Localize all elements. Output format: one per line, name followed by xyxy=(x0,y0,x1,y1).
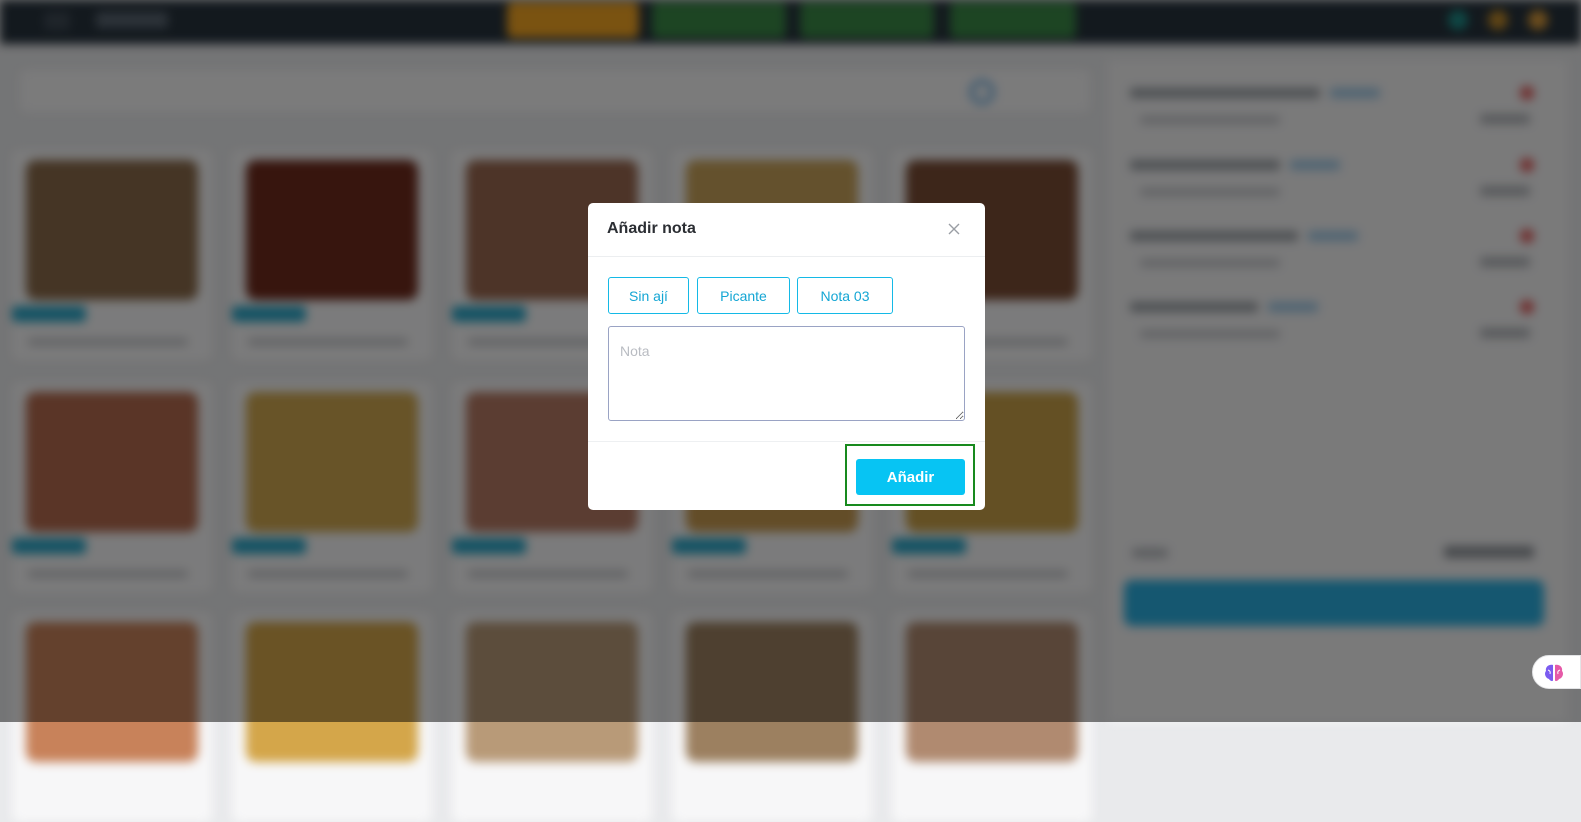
quick-note-picante[interactable]: Picante xyxy=(697,277,790,314)
brain-icon xyxy=(1545,664,1563,682)
dialog-header: Añadir nota xyxy=(588,203,985,257)
add-note-dialog: Añadir nota Sin ají Picante Nota 03 Añad… xyxy=(588,203,985,510)
note-textarea[interactable] xyxy=(608,326,965,421)
quick-note-nota-03[interactable]: Nota 03 xyxy=(797,277,893,314)
close-icon xyxy=(948,223,960,235)
quick-note-sin-aji[interactable]: Sin ají xyxy=(608,277,689,314)
add-button[interactable]: Añadir xyxy=(856,459,965,495)
close-button[interactable] xyxy=(942,217,966,241)
dialog-title: Añadir nota xyxy=(607,220,696,237)
dialog-footer: Añadir xyxy=(588,441,985,510)
assistant-button[interactable] xyxy=(1532,655,1581,689)
